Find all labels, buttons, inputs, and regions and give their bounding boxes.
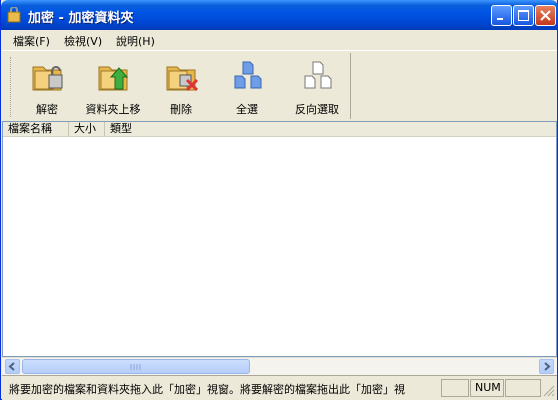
- title-bar[interactable]: 加密 - 加密資料夾: [1, 0, 558, 30]
- scroll-left-button[interactable]: [5, 359, 20, 374]
- invert-selection-label: 反向選取: [295, 103, 339, 116]
- folder-up-icon: [98, 66, 129, 91]
- column-header: 檔案名稱 大小 類型: [3, 122, 556, 137]
- delete-label: 刪除: [170, 103, 192, 116]
- select-all-icon: [234, 61, 262, 89]
- menu-view[interactable]: 檢視(V): [64, 33, 102, 49]
- status-num: NUM: [470, 379, 504, 397]
- app-window: 加密 - 加密資料夾 檔案(F) 檢視(V) 說明(H) 解密 資料夾上移 刪除…: [0, 0, 558, 400]
- select-all-button[interactable]: 全選: [214, 55, 280, 119]
- window-title: 加密 - 加密資料夾: [28, 11, 134, 26]
- invert-selection-button[interactable]: 反向選取: [284, 55, 350, 119]
- delete-icon: [166, 66, 199, 92]
- scroll-thumb[interactable]: [22, 359, 250, 374]
- status-pane-empty-2: [505, 379, 541, 397]
- decrypt-button[interactable]: 解密: [14, 55, 80, 119]
- invert-selection-icon: [304, 61, 332, 89]
- minimize-icon: [497, 18, 503, 20]
- grip-lines-icon: [130, 364, 141, 370]
- menu-file[interactable]: 檔案(F): [13, 33, 50, 49]
- file-list[interactable]: 檔案名稱 大小 類型: [2, 121, 557, 357]
- menu-bar: 檔案(F) 檢視(V) 說明(H): [2, 30, 557, 51]
- decrypt-label: 解密: [36, 103, 58, 116]
- column-size[interactable]: 大小: [69, 122, 105, 136]
- decrypt-folder-icon: [32, 66, 63, 91]
- column-filename[interactable]: 檔案名稱: [3, 122, 69, 136]
- toolbar-band: 解密 資料夾上移 刪除 全選 反向選取: [8, 53, 351, 119]
- status-bar: 將要加密的檔案和資料夾拖入此「加密」視窗。將要解密的檔案拖出此「加密」視 NUM: [2, 375, 557, 400]
- maximize-icon: [518, 10, 529, 21]
- arrow-left-icon: [8, 362, 15, 371]
- status-message: 將要加密的檔案和資料夾拖入此「加密」視窗。將要解密的檔案拖出此「加密」視: [9, 383, 405, 396]
- app-lock-icon: [7, 7, 21, 23]
- maximize-button[interactable]: [513, 5, 534, 26]
- select-all-label: 全選: [236, 103, 258, 116]
- arrow-right-icon: [544, 362, 551, 371]
- column-type[interactable]: 類型: [105, 122, 139, 136]
- resize-grip-icon[interactable]: [543, 385, 555, 397]
- horizontal-scrollbar[interactable]: [2, 357, 557, 375]
- toolbar: 解密 資料夾上移 刪除 全選 反向選取: [2, 51, 557, 122]
- menu-help[interactable]: 說明(H): [116, 33, 155, 49]
- minimize-button[interactable]: [491, 5, 512, 26]
- delete-button[interactable]: 刪除: [148, 55, 214, 119]
- close-button[interactable]: [535, 5, 556, 26]
- folder-up-button[interactable]: 資料夾上移: [80, 55, 146, 119]
- folder-up-label: 資料夾上移: [85, 103, 141, 116]
- status-pane-empty: [441, 379, 469, 397]
- close-icon: [540, 10, 551, 21]
- scroll-right-button[interactable]: [539, 359, 554, 374]
